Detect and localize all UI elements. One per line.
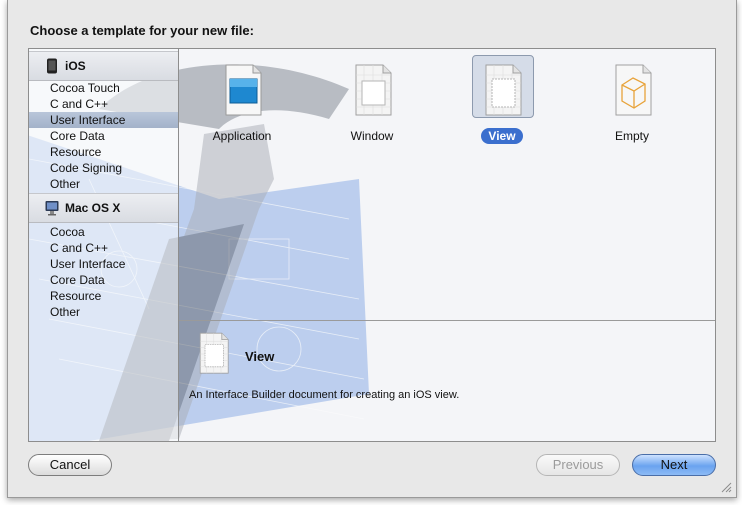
- template-category-sidebar: iOS Cocoa Touch C and C++ User Interface…: [29, 49, 179, 441]
- window-template-icon: [355, 64, 392, 116]
- previous-button[interactable]: Previous: [536, 454, 620, 476]
- sidebar-item-c-and-cpp-mac[interactable]: C and C++: [29, 240, 178, 256]
- sidebar-item-core-data-mac[interactable]: Core Data: [29, 272, 178, 288]
- sidebar-item-cocoa[interactable]: Cocoa: [29, 224, 178, 240]
- empty-template-icon: [615, 64, 652, 116]
- template-grid: Application Window View Empty: [179, 49, 715, 321]
- sidebar-group-label: Mac OS X: [65, 201, 121, 215]
- sidebar-item-c-and-cpp-ios[interactable]: C and C++: [29, 96, 178, 112]
- sidebar-item-label: Resource: [50, 145, 102, 159]
- sidebar-item-label: User Interface: [50, 113, 126, 127]
- sidebar-item-label: Core Data: [50, 273, 105, 287]
- sidebar-item-label: Code Signing: [50, 161, 123, 175]
- sidebar-group-label: iOS: [65, 59, 86, 73]
- sidebar-item-code-signing[interactable]: Code Signing: [29, 160, 178, 176]
- template-detail-area: View An Interface Builder document for c…: [179, 321, 715, 441]
- next-button[interactable]: Next: [632, 454, 716, 476]
- cancel-button[interactable]: Cancel: [28, 454, 112, 476]
- view-template-icon: [485, 64, 522, 116]
- resize-grip-icon[interactable]: [720, 481, 732, 493]
- template-chooser-panel: iOS Cocoa Touch C and C++ User Interface…: [28, 48, 716, 442]
- template-label: View: [481, 128, 523, 144]
- sidebar-item-label: Resource: [50, 289, 102, 303]
- template-label: Empty: [614, 129, 649, 143]
- sidebar-item-user-interface-ios[interactable]: User Interface: [29, 112, 178, 128]
- sidebar-group-mac-os-x[interactable]: Mac OS X: [29, 193, 178, 223]
- sidebar-item-label: Cocoa Touch: [50, 81, 120, 95]
- template-label: Application: [212, 129, 272, 143]
- sidebar-item-other-mac[interactable]: Other: [29, 304, 178, 320]
- sidebar-item-label: Other: [50, 305, 81, 319]
- sidebar-item-label: Other: [50, 177, 81, 191]
- sidebar-item-label: User Interface: [50, 257, 126, 271]
- detail-template-description: An Interface Builder document for creati…: [189, 389, 460, 401]
- mac-icon: [45, 201, 59, 216]
- new-file-sheet: Choose a template for your new file: iOS…: [7, 0, 737, 498]
- sidebar-item-label: Core Data: [50, 129, 105, 143]
- iphone-icon: [47, 58, 57, 74]
- sidebar-item-cocoa-touch[interactable]: Cocoa Touch: [29, 80, 178, 96]
- template-label: Window: [350, 129, 394, 143]
- sidebar-item-user-interface-mac[interactable]: User Interface: [29, 256, 178, 272]
- sheet-title: Choose a template for your new file:: [30, 23, 254, 38]
- application-template-icon: [225, 64, 262, 116]
- sidebar-item-core-data-ios[interactable]: Core Data: [29, 128, 178, 144]
- sidebar-item-label: C and C++: [50, 241, 109, 255]
- sidebar-item-other-ios[interactable]: Other: [29, 176, 178, 192]
- view-template-icon: [199, 332, 229, 374]
- detail-template-name: View: [245, 349, 275, 364]
- sidebar-item-resource-mac[interactable]: Resource: [29, 288, 178, 304]
- sidebar-group-ios[interactable]: iOS: [29, 51, 178, 81]
- sidebar-item-label: Cocoa: [50, 225, 85, 239]
- sidebar-item-resource-ios[interactable]: Resource: [29, 144, 178, 160]
- sidebar-item-label: C and C++: [50, 97, 109, 111]
